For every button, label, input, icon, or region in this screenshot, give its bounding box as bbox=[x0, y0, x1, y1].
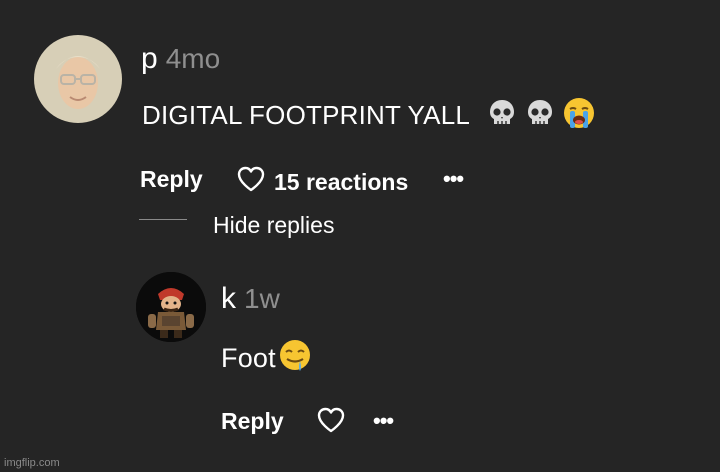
comment-age: 4mo bbox=[165, 43, 221, 74]
comment-avatar[interactable] bbox=[34, 35, 122, 123]
comment-header: p 4mo bbox=[141, 42, 220, 76]
reply-header: k 1w bbox=[221, 282, 280, 316]
thread-divider bbox=[139, 219, 187, 220]
comment-reactions-button[interactable]: 15 reactions bbox=[236, 165, 408, 199]
reply-avatar[interactable] bbox=[136, 272, 206, 342]
heart-icon bbox=[236, 165, 266, 199]
reply-age: 1w bbox=[244, 283, 280, 314]
comment-username[interactable]: p bbox=[141, 42, 158, 75]
reply-reply-button[interactable]: Reply bbox=[221, 408, 284, 435]
loudly-crying-emoji-icon bbox=[562, 96, 596, 135]
reply-text: Foot bbox=[221, 343, 276, 373]
watermark: imgflip.com bbox=[4, 457, 60, 469]
comment-body: DIGITAL FOOTPRINT YALL bbox=[142, 96, 596, 135]
reply-body: Foot bbox=[221, 338, 313, 379]
skull-emoji-icon bbox=[524, 97, 556, 134]
reply-heart-icon[interactable] bbox=[316, 406, 346, 439]
comment-more-options-icon[interactable]: ••• bbox=[443, 166, 464, 192]
reactions-count: 15 reactions bbox=[274, 168, 409, 195]
comment-text: DIGITAL FOOTPRINT YALL bbox=[142, 100, 471, 130]
hide-replies-button[interactable]: Hide replies bbox=[213, 212, 334, 239]
reply-more-options-icon[interactable]: ••• bbox=[373, 408, 394, 434]
reply-username[interactable]: k bbox=[221, 282, 236, 315]
drooling-face-emoji-icon bbox=[277, 338, 313, 379]
skull-emoji-icon bbox=[486, 97, 518, 134]
comment-reply-button[interactable]: Reply bbox=[140, 166, 203, 193]
